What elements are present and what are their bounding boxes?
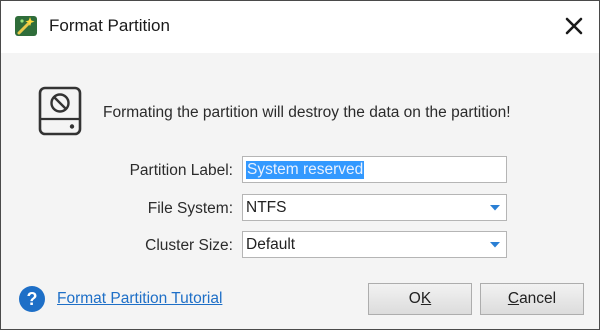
partition-label-input[interactable]: System reserved (242, 156, 507, 183)
svg-text:?: ? (27, 289, 38, 309)
close-icon[interactable] (561, 13, 587, 39)
cancel-button-suffix: ancel (519, 290, 557, 307)
file-system-select[interactable]: NTFS (242, 194, 507, 221)
file-system-value: NTFS (246, 199, 287, 216)
chevron-down-icon[interactable] (484, 195, 506, 220)
help-icon[interactable]: ? (18, 285, 46, 313)
format-partition-dialog: Format Partition Formating the partition… (0, 0, 600, 330)
partition-label-value: System reserved (246, 161, 365, 179)
cluster-size-label: Cluster Size: (145, 237, 233, 254)
wand-icon (15, 16, 37, 36)
ok-button-mnemonic: K (420, 290, 432, 307)
cancel-button-mnemonic: C (507, 290, 520, 307)
disk-forbidden-icon (38, 86, 82, 136)
chevron-down-icon[interactable] (484, 232, 506, 257)
title-bar: Format Partition (1, 1, 599, 53)
window-title: Format Partition (49, 16, 170, 35)
ok-button[interactable]: OK (368, 283, 472, 315)
cluster-size-select[interactable]: Default (242, 231, 507, 258)
partition-label-label: Partition Label: (129, 162, 233, 179)
cancel-button[interactable]: Cancel (480, 283, 584, 315)
warning-message: Formating the partition will destroy the… (103, 104, 511, 121)
format-partition-tutorial-link[interactable]: Format Partition Tutorial (57, 290, 222, 308)
file-system-label: File System: (147, 200, 233, 217)
ok-button-prefix: O (408, 290, 421, 307)
cluster-size-value: Default (246, 236, 296, 253)
